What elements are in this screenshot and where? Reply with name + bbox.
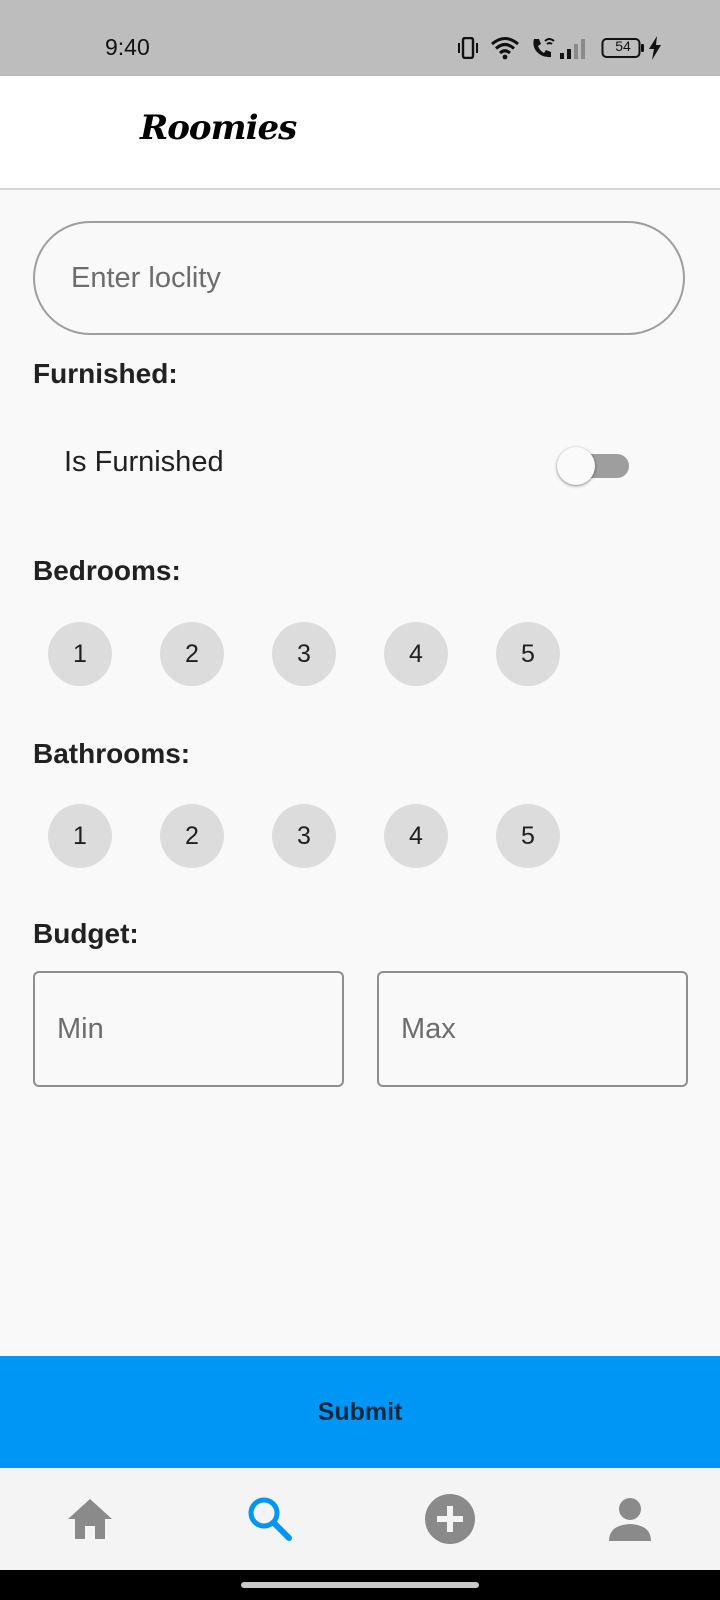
app-logo: Roomies [140,108,297,148]
furnished-label: Furnished: [33,358,178,389]
search-icon [248,1497,292,1541]
bedrooms-option-4[interactable]: 4 [384,622,448,686]
locality-input[interactable] [33,221,685,335]
bathrooms-option-2[interactable]: 2 [160,804,224,868]
toggle-thumb [557,447,595,485]
wifi-icon [491,37,519,60]
bedrooms-option-1[interactable]: 1 [48,622,112,686]
wifi-calling-icon [533,38,555,58]
bathrooms-option-3[interactable]: 3 [272,804,336,868]
gesture-handle[interactable] [241,1582,479,1588]
budget-label: Budget: [33,918,139,949]
profile-icon [609,1498,651,1541]
bathrooms-option-4[interactable]: 4 [384,804,448,868]
battery-level: 54 [615,38,631,54]
bedrooms-option-5[interactable]: 5 [496,622,560,686]
bedrooms-label: Bedrooms: [33,555,181,586]
nav-profile[interactable] [540,1468,720,1570]
submit-button[interactable]: Submit [0,1356,720,1468]
status-bar: 9:40 54 [0,0,720,76]
charging-icon [649,36,661,60]
signal-icon [560,39,585,59]
budget-min-input[interactable] [33,971,344,1087]
status-time: 9:40 [105,34,150,60]
app-bar: Roomies [0,76,720,190]
bedrooms-option-2[interactable]: 2 [160,622,224,686]
gesture-bar [0,1570,720,1600]
nav-home[interactable] [0,1468,180,1570]
bathrooms-option-1[interactable]: 1 [48,804,112,868]
is-furnished-label: Is Furnished [64,446,224,478]
bathrooms-option-5[interactable]: 5 [496,804,560,868]
add-circle-icon [425,1494,475,1544]
nav-search[interactable] [180,1468,360,1570]
bedrooms-option-3[interactable]: 3 [272,622,336,686]
nav-add[interactable] [360,1468,540,1570]
bottom-nav [0,1468,720,1570]
home-icon [68,1499,112,1539]
is-furnished-toggle[interactable] [557,447,631,485]
bathrooms-label: Bathrooms: [33,738,191,769]
vibrate-icon [458,37,478,59]
budget-max-input[interactable] [377,971,688,1087]
